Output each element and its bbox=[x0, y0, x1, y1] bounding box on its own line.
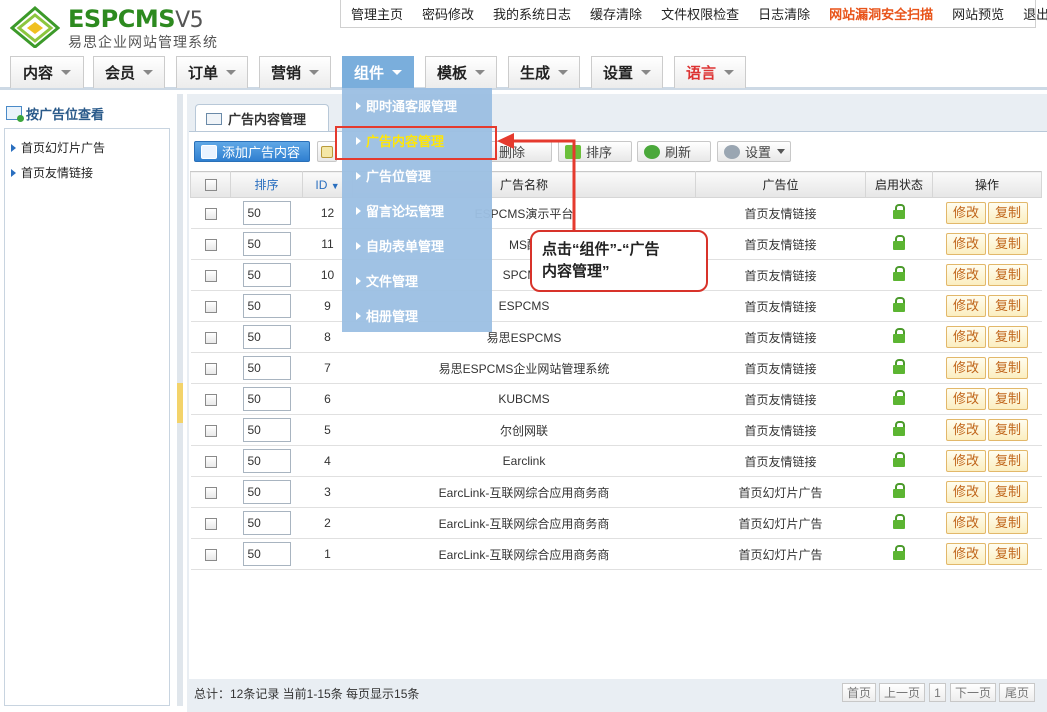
callout-line-1: 点击“组件”-“广告 bbox=[542, 241, 660, 258]
pager-next[interactable]: 下一页 bbox=[950, 683, 996, 702]
callout-line-2: 内容管理” bbox=[542, 263, 610, 280]
pager-first[interactable]: 首页 bbox=[842, 683, 876, 702]
pager-page[interactable]: 1 bbox=[929, 683, 946, 702]
annotation-arrow bbox=[497, 133, 576, 232]
pager-prev[interactable]: 上一页 bbox=[879, 683, 925, 702]
pager-last[interactable]: 尾页 bbox=[999, 683, 1035, 702]
annotation-callout: 点击“组件”-“广告 内容管理” bbox=[530, 230, 708, 292]
